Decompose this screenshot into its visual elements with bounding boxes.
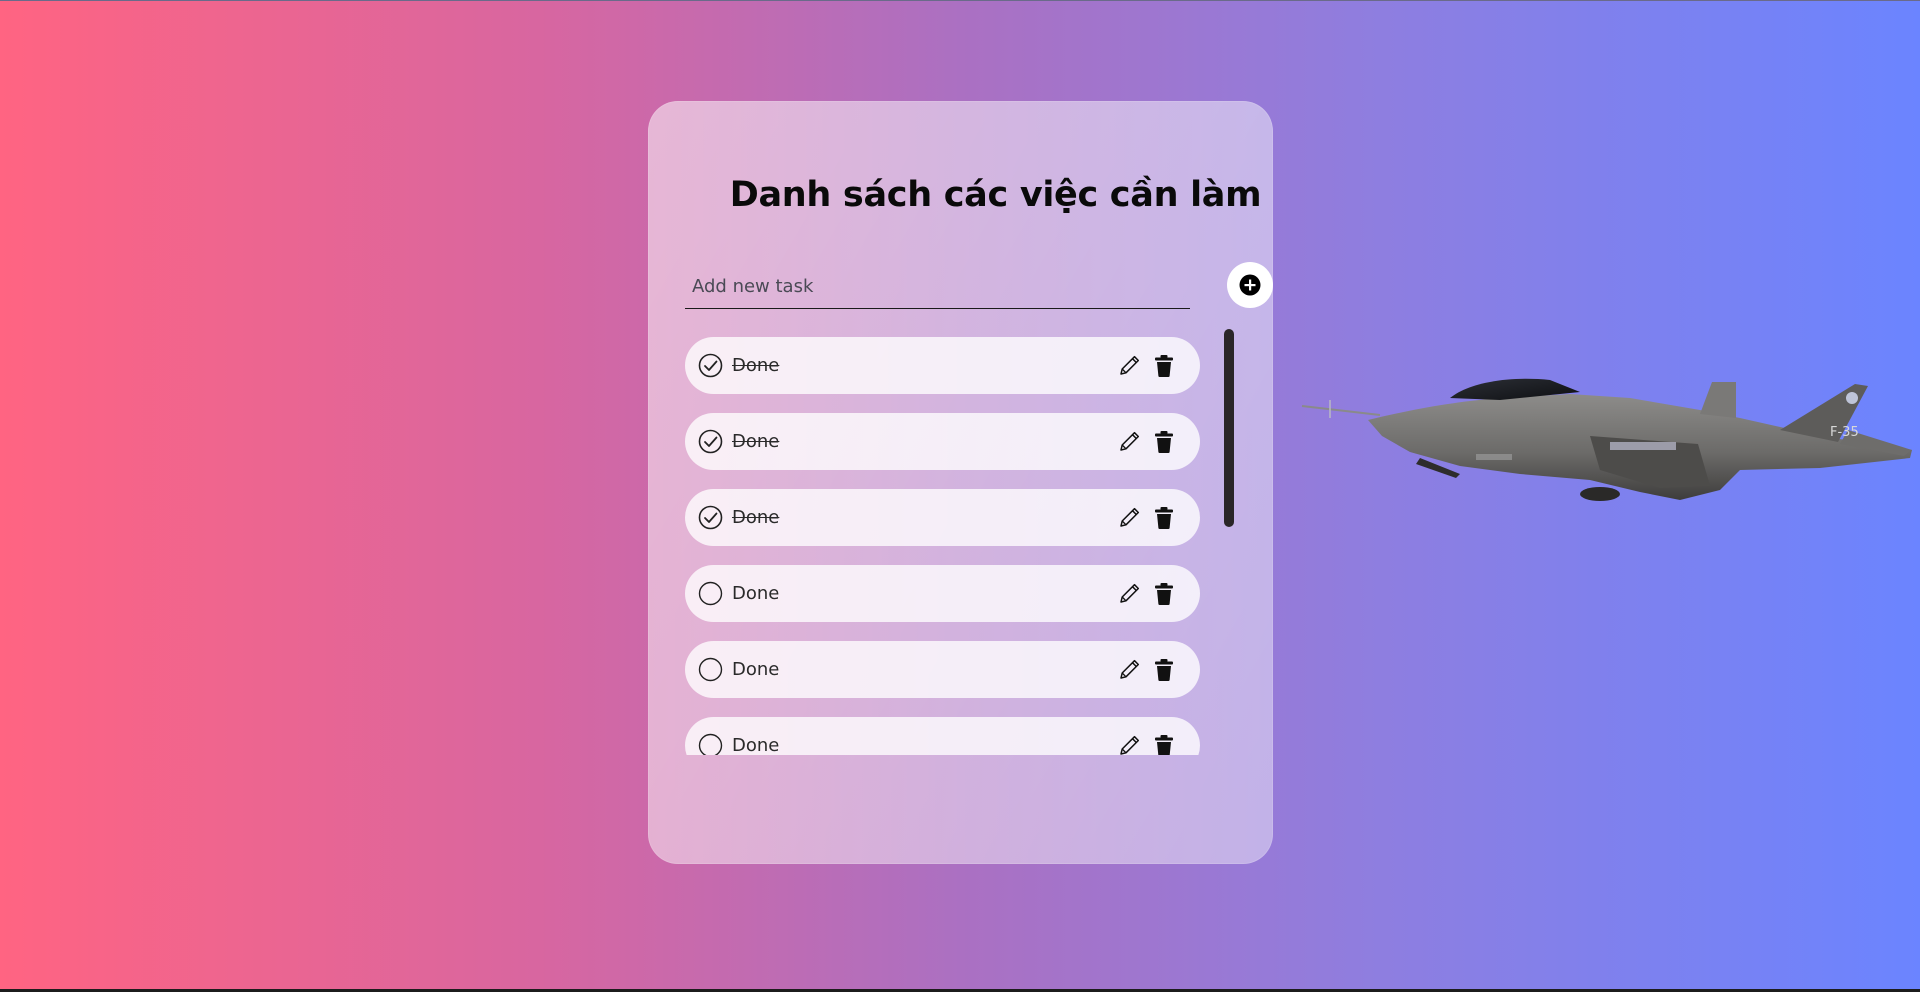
task-list-scrollbar[interactable] [1224, 329, 1234, 527]
task-label: Done [732, 583, 780, 604]
task-item[interactable]: Done [685, 413, 1200, 470]
task-item[interactable]: Done [685, 565, 1200, 622]
pencil-icon[interactable] [1118, 505, 1142, 529]
check-circle-icon[interactable] [698, 505, 723, 530]
pencil-icon[interactable] [1118, 657, 1142, 681]
todo-card: Danh sách các việc cần làm DoneDoneDoneD… [648, 101, 1273, 864]
page-title: Danh sách các việc cần làm [729, 175, 1262, 215]
task-item[interactable]: Done [685, 337, 1200, 394]
new-task-row [685, 262, 1273, 309]
task-label: Done [732, 735, 780, 755]
empty-circle-icon[interactable] [698, 733, 723, 755]
empty-circle-icon[interactable] [698, 657, 723, 682]
trash-icon[interactable] [1153, 354, 1175, 378]
new-task-input[interactable] [685, 265, 1190, 309]
task-item[interactable]: Done [685, 641, 1200, 698]
add-task-button[interactable] [1227, 262, 1273, 308]
check-circle-icon[interactable] [698, 429, 723, 454]
trash-icon[interactable] [1153, 506, 1175, 530]
task-label: Done [732, 507, 780, 528]
task-item[interactable]: Done [685, 717, 1200, 755]
task-item[interactable]: Done [685, 489, 1200, 546]
trash-icon[interactable] [1153, 658, 1175, 682]
fighter-jet-image: F-35 [1301, 378, 1912, 501]
pencil-icon[interactable] [1118, 733, 1142, 755]
pencil-icon[interactable] [1118, 581, 1142, 605]
pencil-icon[interactable] [1118, 429, 1142, 453]
task-label: Done [732, 659, 780, 680]
task-label: Done [732, 355, 780, 376]
check-circle-icon[interactable] [698, 353, 723, 378]
task-list: Done Done Done Done Done Done [685, 333, 1215, 755]
pencil-icon[interactable] [1118, 353, 1142, 377]
trash-icon[interactable] [1153, 430, 1175, 454]
aircraft-marking: F-35 [1830, 425, 1859, 440]
task-label: Done [732, 431, 780, 452]
empty-circle-icon[interactable] [698, 581, 723, 606]
trash-icon[interactable] [1153, 582, 1175, 606]
plus-circle-icon [1239, 274, 1261, 296]
trash-icon[interactable] [1153, 734, 1175, 755]
window-top-edge [0, 0, 1920, 1]
